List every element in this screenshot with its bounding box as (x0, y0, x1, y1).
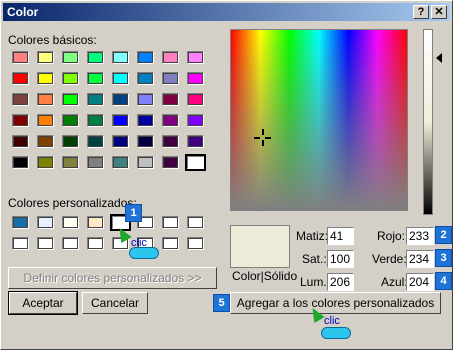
crosshair-icon (254, 129, 271, 146)
basic-color-swatch[interactable] (112, 156, 129, 169)
basic-color-swatch[interactable] (37, 51, 54, 64)
basic-color-swatch[interactable] (185, 154, 206, 171)
custom-color-swatch[interactable] (12, 237, 29, 250)
color-solid-label: Color|Sólido (232, 269, 298, 283)
basic-color-swatch[interactable] (162, 135, 179, 148)
window-title: Color (7, 5, 39, 19)
blue-label: Azul: (381, 275, 408, 289)
mouse-icon-2 (321, 327, 351, 339)
basic-color-swatch[interactable] (162, 114, 179, 127)
basic-color-swatch[interactable] (112, 93, 129, 106)
custom-color-swatch[interactable] (187, 216, 204, 229)
basic-color-swatch[interactable] (137, 114, 154, 127)
basic-color-swatch[interactable] (112, 135, 129, 148)
basic-color-swatch[interactable] (37, 156, 54, 169)
basic-color-swatch[interactable] (137, 135, 154, 148)
basic-color-swatch[interactable] (62, 114, 79, 127)
basic-color-swatch[interactable] (37, 93, 54, 106)
step-badge-5: 5 (213, 294, 230, 312)
custom-color-swatch[interactable] (62, 216, 79, 229)
basic-color-swatch[interactable] (137, 156, 154, 169)
lum-input[interactable] (327, 273, 354, 291)
click-label-2: clic (324, 315, 340, 327)
sat-input[interactable] (327, 250, 354, 268)
basic-color-swatch[interactable] (87, 114, 104, 127)
basic-color-swatch[interactable] (37, 114, 54, 127)
define-custom-colors-button[interactable]: Definir colores personalizados >> (8, 267, 217, 289)
basic-color-swatch[interactable] (62, 156, 79, 169)
basic-color-swatch[interactable] (12, 72, 29, 85)
red-label: Rojo: (377, 229, 406, 243)
basic-color-swatch[interactable] (137, 51, 154, 64)
basic-color-swatch[interactable] (62, 51, 79, 64)
step-badge-3: 3 (435, 249, 452, 267)
basic-color-swatch[interactable] (12, 51, 29, 64)
hue-label: Matiz: (296, 229, 329, 243)
add-to-custom-colors-button[interactable]: Agregar a los colores personalizados (230, 292, 441, 314)
basic-color-swatch[interactable] (87, 135, 104, 148)
basic-color-swatch[interactable] (187, 72, 204, 85)
custom-color-swatch[interactable] (62, 237, 79, 250)
basic-color-swatch[interactable] (112, 114, 129, 127)
ok-button[interactable]: Aceptar (8, 291, 78, 315)
lum-label: Lum.: (300, 275, 331, 289)
green-label: Verde: (372, 252, 407, 266)
cancel-button[interactable]: Cancelar (82, 292, 148, 314)
basic-color-swatch[interactable] (62, 72, 79, 85)
green-input[interactable] (406, 250, 434, 268)
close-button[interactable]: ✕ (431, 5, 447, 19)
basic-color-swatch[interactable] (12, 114, 29, 127)
step-badge-2: 2 (435, 226, 452, 244)
basic-color-swatch[interactable] (62, 93, 79, 106)
custom-color-swatch[interactable] (162, 237, 179, 250)
basic-colors-label: Colores básicos: (8, 33, 97, 47)
sat-label: Sat.: (302, 252, 327, 266)
luminosity-arrow-icon[interactable] (436, 53, 442, 63)
basic-color-swatch[interactable] (12, 156, 29, 169)
basic-color-swatch[interactable] (87, 72, 104, 85)
basic-color-swatch[interactable] (137, 72, 154, 85)
basic-color-swatch[interactable] (37, 135, 54, 148)
basic-color-swatch[interactable] (162, 51, 179, 64)
color-spectrum[interactable] (230, 29, 408, 211)
luminosity-slider[interactable] (423, 29, 433, 215)
custom-color-swatch[interactable] (12, 216, 29, 229)
basic-color-swatch[interactable] (162, 156, 179, 169)
mouse-icon (129, 247, 159, 259)
custom-color-swatch[interactable] (37, 237, 54, 250)
custom-color-swatch[interactable] (87, 237, 104, 250)
basic-color-swatch[interactable] (187, 51, 204, 64)
color-dialog: Color ? ✕ Colores básicos: Colores perso… (0, 0, 453, 350)
blue-input[interactable] (406, 273, 434, 291)
basic-color-swatch[interactable] (62, 135, 79, 148)
custom-color-swatch[interactable] (187, 237, 204, 250)
custom-color-swatch[interactable] (162, 216, 179, 229)
basic-color-swatch[interactable] (187, 93, 204, 106)
basic-color-swatch[interactable] (162, 72, 179, 85)
basic-color-swatch[interactable] (87, 156, 104, 169)
custom-colors-label: Colores personalizados: (8, 196, 137, 210)
red-input[interactable] (406, 227, 434, 245)
basic-color-swatch[interactable] (87, 51, 104, 64)
basic-color-swatch[interactable] (187, 135, 204, 148)
basic-color-swatch[interactable] (187, 114, 204, 127)
basic-color-swatch[interactable] (12, 135, 29, 148)
custom-color-swatch[interactable] (37, 216, 54, 229)
title-bar: Color ? ✕ (3, 3, 450, 21)
basic-color-swatch[interactable] (162, 93, 179, 106)
color-preview (230, 225, 290, 268)
custom-color-swatch[interactable] (87, 216, 104, 229)
basic-color-swatch[interactable] (112, 72, 129, 85)
step-badge-1: 1 (125, 204, 142, 222)
basic-color-swatch[interactable] (112, 51, 129, 64)
basic-color-swatch[interactable] (37, 72, 54, 85)
basic-color-swatch[interactable] (87, 93, 104, 106)
basic-color-swatch[interactable] (12, 93, 29, 106)
hue-input[interactable] (327, 227, 354, 245)
help-button[interactable]: ? (413, 5, 429, 19)
step-badge-4: 4 (435, 272, 452, 290)
basic-color-swatch[interactable] (137, 93, 154, 106)
